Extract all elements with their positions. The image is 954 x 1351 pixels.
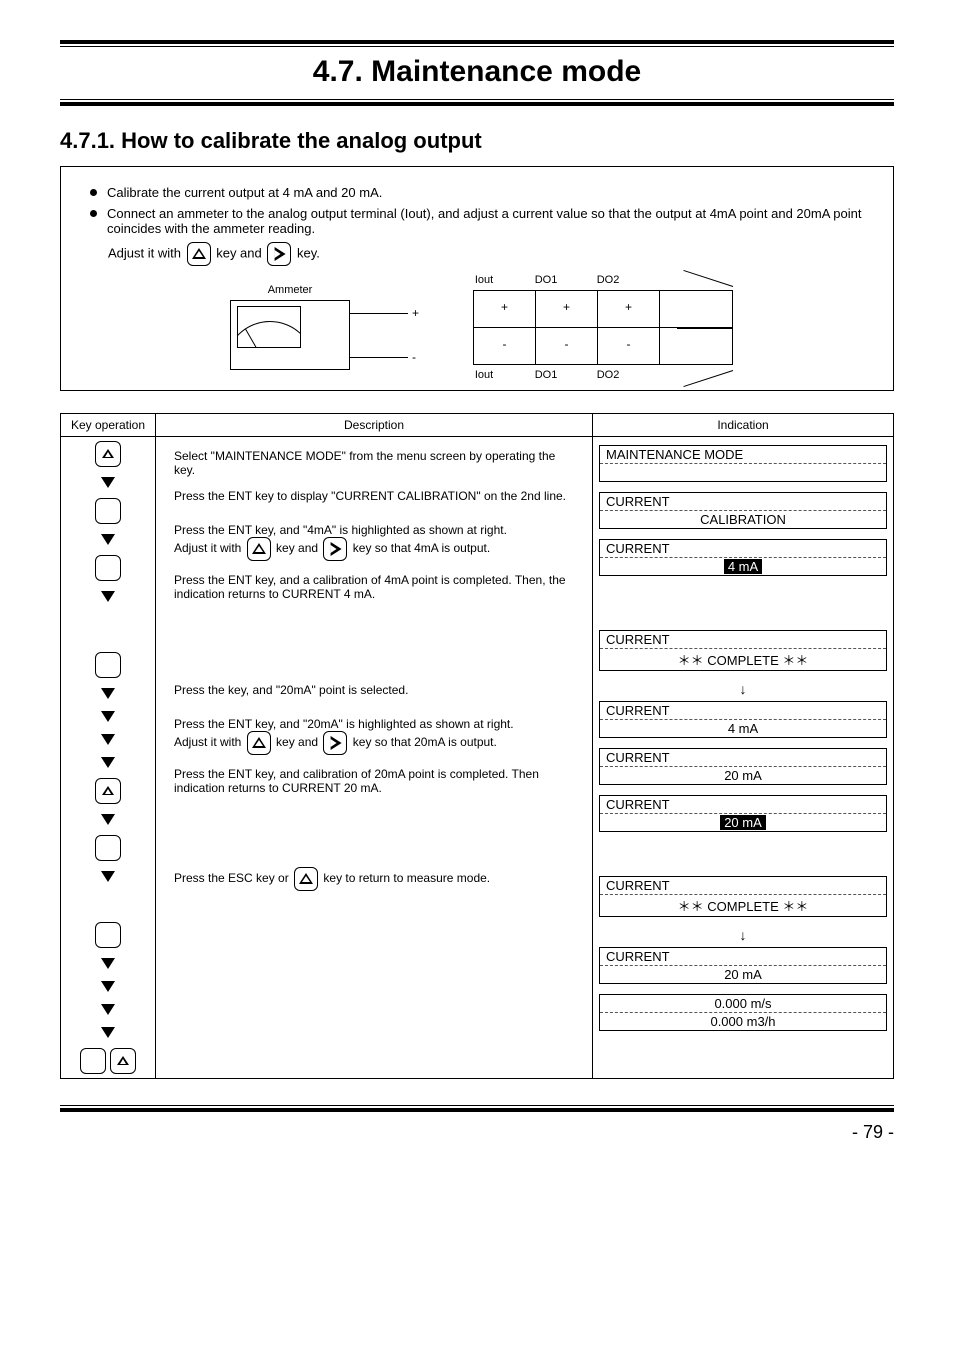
down-arrow-icon	[101, 981, 115, 992]
lcd-20ma-inv: CURRENT 20 mA	[599, 795, 887, 832]
lcd-complete-4: CURRENT ＊＊ COMPLETE ＊＊	[599, 630, 887, 671]
down-arrow-icon	[101, 734, 115, 745]
up-key-icon	[110, 1048, 136, 1074]
up-key-icon	[247, 537, 271, 561]
lcd-complete-20: CURRENT ＊＊ COMPLETE ＊＊	[599, 876, 887, 917]
top-rule-thick	[60, 40, 894, 44]
ent-key-icon	[95, 555, 121, 581]
footer-rule-thin	[60, 1105, 894, 1106]
lcd-measure: 0.000 m/s 0.000 m3/h	[599, 994, 887, 1031]
right-key-icon	[323, 537, 347, 561]
section-heading: 4.7.1. How to calibrate the analog outpu…	[60, 128, 894, 154]
ammeter-label: Ammeter	[230, 284, 350, 296]
down-arrow-glyph: ↓	[597, 681, 889, 697]
ent-key-icon	[95, 835, 121, 861]
up-key-icon	[95, 778, 121, 804]
adjust-note: Adjust it with key and key.	[108, 242, 873, 266]
op-step-1: Select "MAINTENANCE MODE" from the menu …	[166, 443, 582, 483]
op-step-3: Press the ENT key, and "4mA" is highligh…	[166, 517, 582, 567]
op-step-6: Press the ENT key, and "20mA" is highlig…	[166, 711, 582, 761]
op-step-5: Press the key, and "20mA" point is selec…	[166, 677, 582, 711]
description-box: Calibrate the current output at 4 mA and…	[60, 166, 894, 391]
terminal-block: + + + - - -	[473, 290, 733, 365]
down-arrow-icon	[101, 1027, 115, 1038]
ent-key-icon	[95, 498, 121, 524]
desc-line-1: Calibrate the current output at 4 mA and…	[107, 185, 382, 200]
under-rule-thin	[60, 99, 894, 100]
ent-key-icon	[95, 922, 121, 948]
lcd-maint: MAINTENANCE MODE	[599, 445, 887, 482]
down-arrow-icon	[101, 591, 115, 602]
op-step-7: Press the ENT key, and calibration of 20…	[166, 761, 582, 861]
ammeter-icon	[230, 300, 350, 370]
op-step-2: Press the ENT key to display "CURRENT CA…	[166, 483, 582, 517]
th-key: Key operation	[61, 414, 155, 437]
right-key-icon	[267, 242, 291, 266]
terminal-bottom-labels: IoutDO1DO2	[453, 369, 733, 381]
right-key-icon	[323, 731, 347, 755]
down-arrow-icon	[101, 688, 115, 699]
up-key-icon	[247, 731, 271, 755]
down-arrow-icon	[101, 757, 115, 768]
down-arrow-icon	[101, 814, 115, 825]
bullet-icon	[90, 189, 97, 196]
terminal-top-labels: IoutDO1DO2	[453, 274, 733, 286]
lcd-4ma-inv: CURRENT 4 mA	[599, 539, 887, 576]
down-arrow-icon	[101, 477, 115, 488]
up-key-icon	[294, 867, 318, 891]
esc-key-icon	[80, 1048, 106, 1074]
down-arrow-icon	[101, 871, 115, 882]
under-rule-thick	[60, 102, 894, 106]
top-rule-thin	[60, 46, 894, 47]
page-title: 4.7. Maintenance mode	[60, 55, 894, 89]
op-step-8: Press the ESC key or key to return to me…	[166, 861, 582, 897]
procedure-table: Key operation Description Select	[60, 413, 894, 1079]
op-step-4: Press the ENT key, and a calibration of …	[166, 567, 582, 677]
lcd-4ma: CURRENT 4 mA	[599, 701, 887, 738]
lcd-20ma-b: CURRENT 20 mA	[599, 947, 887, 984]
minus-sign: -	[412, 350, 416, 364]
down-arrow-glyph: ↓	[597, 927, 889, 943]
page-number: - 79 -	[60, 1122, 894, 1143]
bullet-icon	[90, 210, 97, 217]
lcd-20ma: CURRENT 20 mA	[599, 748, 887, 785]
up-key-icon	[95, 441, 121, 467]
down-arrow-icon	[101, 1004, 115, 1015]
desc-line-2: Connect an ammeter to the analog output …	[107, 206, 873, 236]
th-op: Description	[156, 414, 592, 437]
lcd-calib: CURRENT CALIBRATION	[599, 492, 887, 529]
up-key-icon	[187, 242, 211, 266]
wiring-diagram: Ammeter + - IoutDO1DO2 + + + -	[230, 284, 873, 370]
down-arrow-icon	[101, 711, 115, 722]
down-arrow-icon	[101, 534, 115, 545]
ent-key-icon	[95, 652, 121, 678]
plus-sign: +	[412, 306, 419, 320]
th-disp: Indication	[593, 414, 893, 437]
footer-rule-thick	[60, 1108, 894, 1112]
down-arrow-icon	[101, 958, 115, 969]
